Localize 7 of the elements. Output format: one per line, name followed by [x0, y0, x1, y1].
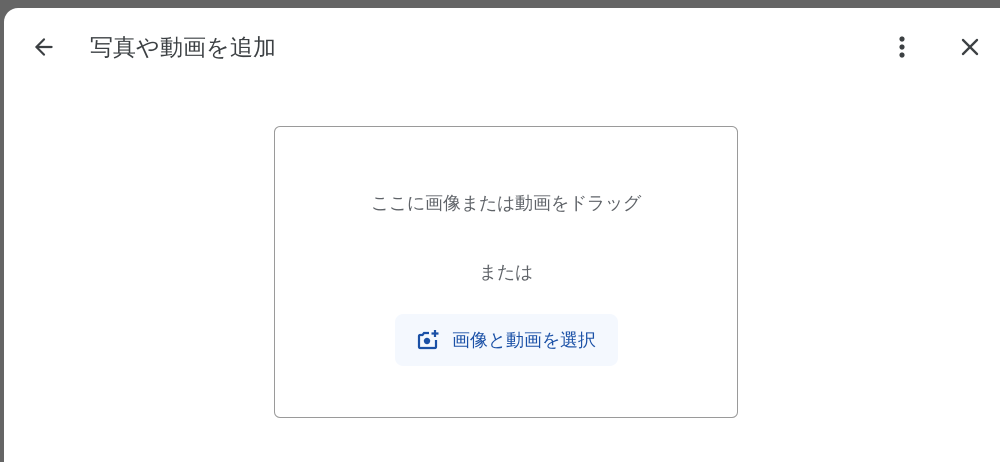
drop-instruction: ここに画像または動画をドラッグ — [371, 192, 641, 215]
more-options-icon — [899, 36, 905, 58]
drop-zone[interactable]: ここに画像または動画をドラッグ または 画像と動画を選択 — [274, 126, 738, 418]
select-media-button[interactable]: 画像と動画を選択 — [394, 314, 618, 366]
separator-text: または — [479, 261, 533, 284]
add-photo-icon — [416, 328, 440, 352]
dialog-title: 写真や動画を追加 — [90, 32, 276, 62]
